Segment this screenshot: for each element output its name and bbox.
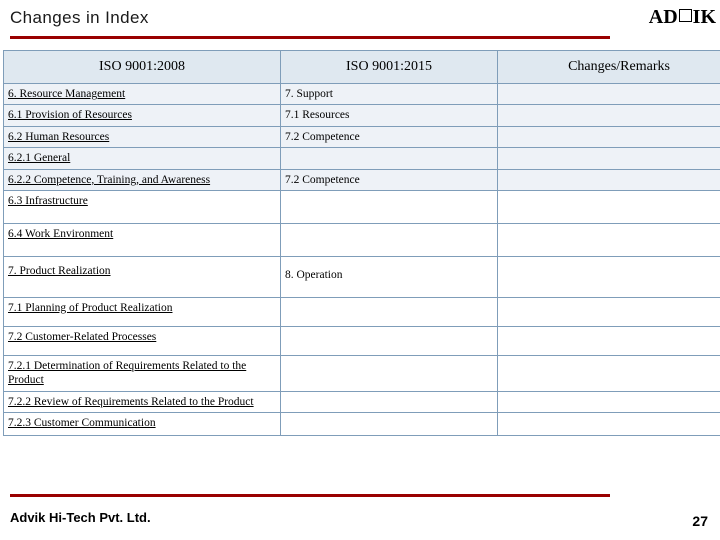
- cell-iso2008: 7.2.3 Customer Communication: [8, 417, 156, 429]
- cell-iso2008: 7.2.2 Review of Requirements Related to …: [8, 395, 254, 408]
- footer-divider: [10, 494, 610, 497]
- table-row: 6.1 Provision of Resources 7.1 Resources: [3, 104, 720, 127]
- logo-text-left: AD: [648, 6, 678, 28]
- cell-iso2015: 7.2 Competence: [285, 130, 360, 143]
- table-row: 7.2.2 Review of Requirements Related to …: [3, 390, 720, 414]
- table-row: 6.2.2 Competence, Training, and Awarenes…: [3, 168, 720, 191]
- cell-iso2008: 6.2 Human Resources: [8, 130, 110, 143]
- table-row: 7.2 Customer-Related Processes: [3, 325, 720, 356]
- footer-company-name: Advik Hi-Tech Pvt. Ltd.: [10, 510, 151, 525]
- slide: Changes in Index AD IK ISO 9001:2008 ISO …: [0, 0, 720, 540]
- header-divider: [10, 36, 610, 39]
- table-row: 7.2.3 Customer Communication: [3, 412, 720, 436]
- table-row: 6.4 Work Environment: [3, 222, 720, 257]
- table-row: 7. Product Realization 8. Operation: [3, 255, 720, 298]
- cell-iso2008: 6.2.2 Competence, Training, and Awarenes…: [8, 173, 211, 186]
- column-header-iso-2008: ISO 9001:2008: [3, 50, 281, 84]
- column-header-changes-remarks: Changes/Remarks: [497, 50, 720, 84]
- table-header: ISO 9001:2008 ISO 9001:2015 Changes/Rema…: [3, 50, 720, 84]
- cell-iso2008: 6.2.1 General: [8, 152, 71, 165]
- table-row: 6.3 Infrastructure: [3, 189, 720, 224]
- cell-iso2015: 7.2 Competence: [285, 173, 360, 186]
- cell-iso2008: 7.2 Customer-Related Processes: [8, 330, 157, 343]
- changes-in-index-table: ISO 9001:2008 ISO 9001:2015 Changes/Rema…: [3, 50, 720, 436]
- page-number: 27: [692, 513, 708, 529]
- cell-iso2008: 6.3 Infrastructure: [8, 194, 88, 207]
- cell-iso2008: 7.1 Planning of Product Realization: [8, 301, 173, 314]
- cell-iso2008: 6.1 Provision of Resources: [8, 109, 132, 122]
- table-row: 6.2 Human Resources 7.2 Competence: [3, 125, 720, 149]
- logo-text-right: IK: [692, 6, 716, 28]
- table-row: 6. Resource Management 7. Support: [3, 82, 720, 106]
- table-row: 6.2.1 General: [3, 147, 720, 170]
- column-header-iso-2015: ISO 9001:2015: [280, 50, 498, 84]
- table-row: 7.1 Planning of Product Realization: [3, 296, 720, 327]
- cell-iso2015: 8. Operation: [285, 268, 343, 281]
- cell-iso2008: 6. Resource Management: [8, 88, 126, 100]
- cell-iso2015: 7. Support: [285, 88, 333, 100]
- cell-iso2008: 6.4 Work Environment: [8, 227, 114, 240]
- page-title: Changes in Index: [10, 8, 149, 27]
- cell-iso2008: 7.2.1 Determination of Requirements Rela…: [8, 359, 247, 387]
- table-body: 6. Resource Management 7. Support 6.1 Pr…: [3, 82, 720, 436]
- logo-square-icon: [678, 9, 692, 22]
- cell-iso2008: 7. Product Realization: [8, 264, 111, 277]
- company-logo: AD IK: [649, 6, 716, 29]
- cell-iso2015: 7.1 Resources: [285, 109, 350, 122]
- table-row: 7.2.1 Determination of Requirements Rela…: [3, 354, 720, 392]
- table-header-row: ISO 9001:2008 ISO 9001:2015 Changes/Rema…: [3, 50, 720, 84]
